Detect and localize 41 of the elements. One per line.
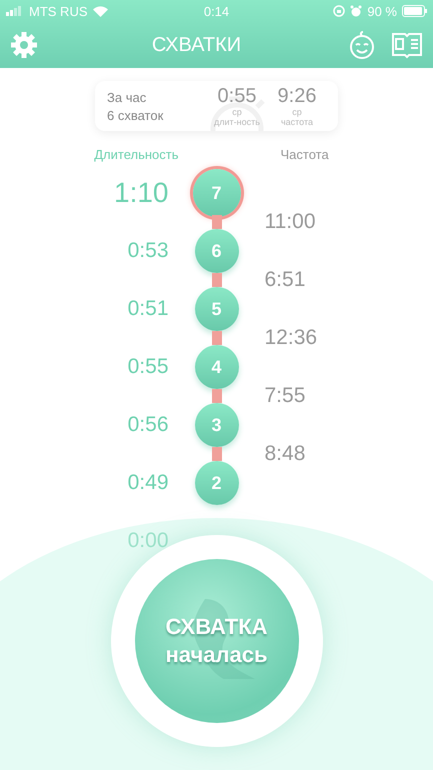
- signal-icon: [6, 6, 24, 16]
- start-contraction-button[interactable]: СХВАТКА началась: [134, 559, 298, 723]
- baby-face-icon[interactable]: [347, 30, 377, 60]
- stat-label: частота: [280, 117, 314, 127]
- duration-value: 0:55: [128, 355, 168, 379]
- contraction-node[interactable]: 7: [192, 169, 240, 217]
- duration-value: 0:56: [128, 413, 168, 437]
- alarm-icon: [350, 5, 362, 17]
- book-icon[interactable]: [391, 31, 423, 59]
- contraction-node[interactable]: 3: [194, 403, 238, 447]
- stat-label: длит-ность: [214, 117, 260, 127]
- wifi-icon: [92, 6, 108, 16]
- stat-value: 9:26: [278, 85, 316, 107]
- battery-percent: 90 %: [367, 4, 397, 18]
- duration-value: 0:53: [128, 239, 168, 263]
- rotation-lock-icon: [333, 5, 346, 17]
- interval-value: 12:36: [264, 326, 318, 350]
- screen-title: СХВАТКИ: [150, 34, 242, 56]
- stat-value: 0:55: [218, 85, 256, 107]
- contraction-node[interactable]: 4: [194, 345, 238, 389]
- battery-icon: [402, 5, 427, 17]
- interval-value: 8:48: [264, 442, 306, 466]
- duration-value: 0:51: [128, 297, 168, 321]
- interval-value: 11:00: [264, 210, 316, 234]
- clock-time: 0:14: [204, 4, 230, 18]
- stat-qualifier: ср: [232, 107, 242, 117]
- interval-value: 7:55: [264, 384, 306, 408]
- summary-count: 6 схваток: [107, 108, 164, 122]
- column-header[interactable]: Частота: [280, 147, 329, 162]
- settings-icon[interactable]: [10, 31, 38, 59]
- duration-value: 0:49: [128, 471, 168, 495]
- contraction-node[interactable]: 2: [194, 461, 238, 505]
- interval-value: 6:51: [264, 268, 306, 292]
- duration-value: 1:10: [114, 177, 168, 209]
- summary-period: За час: [107, 90, 148, 104]
- stat-qualifier: ср: [292, 107, 302, 117]
- carrier-name: MTS RUS: [29, 4, 88, 18]
- contraction-node[interactable]: 5: [194, 287, 238, 331]
- duration-value: 0:00: [128, 529, 168, 553]
- column-header[interactable]: Длительность: [94, 147, 178, 162]
- contraction-node[interactable]: 6: [194, 229, 238, 273]
